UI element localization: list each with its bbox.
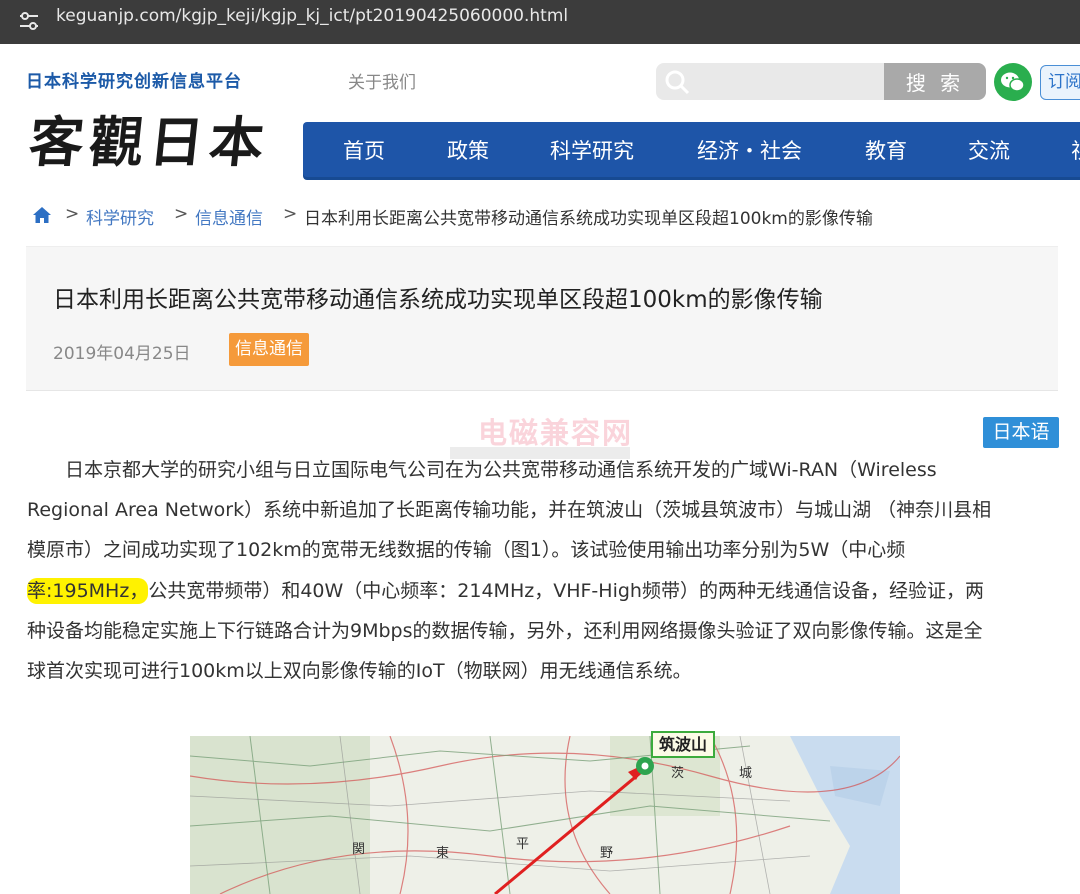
tune-icon[interactable] xyxy=(16,8,42,34)
highlighted-text: 率:195MHz， xyxy=(27,578,149,604)
category-badge[interactable]: 信息通信 xyxy=(229,333,309,366)
search-icon xyxy=(665,70,690,95)
nav-item-policy[interactable]: 政策 xyxy=(447,135,489,165)
map-place-mark: 関 xyxy=(352,842,365,857)
article-line: 率:195MHz，公共宽带频带）和40W（中心频率：214MHz，VHF-Hig… xyxy=(27,571,984,611)
nav-item-science[interactable]: 科学研究 xyxy=(550,135,634,165)
subscribe-button[interactable]: 订阅 xyxy=(1040,65,1080,100)
article-line: 日本京都大学的研究小组与日立国际电气公司在为公共宽带移动通信系统开发的广域Wi-… xyxy=(27,459,937,481)
article-header: 日本利用长距离公共宽带移动通信系统成功实现单区段超100km的影像传输 2019… xyxy=(26,246,1058,391)
japanese-version-button[interactable]: 日本语 xyxy=(983,417,1059,448)
nav-item-economy-society[interactable]: 经济・社会 xyxy=(697,135,802,165)
search-input[interactable] xyxy=(656,63,886,100)
article-title: 日本利用长距离公共宽带移动通信系统成功实现单区段超100km的影像传输 xyxy=(53,287,823,313)
breadcrumb-separator: > xyxy=(283,204,298,224)
breadcrumb-ict[interactable]: 信息通信 xyxy=(195,204,263,229)
browser-address-bar: keguanjp.com/kgjp_keji/kgjp_kj_ict/pt201… xyxy=(0,0,1080,44)
map-place-mark: 茨 xyxy=(671,766,684,781)
article-date: 2019年04月25日 xyxy=(53,344,191,364)
article-line-rest: 公共宽带频带）和40W（中心频率：214MHz，VHF-High频带）的两种无线… xyxy=(148,580,984,602)
map-figure: 茨 城 関 東 平 野 xyxy=(190,736,900,894)
address-url[interactable]: keguanjp.com/kgjp_keji/kgjp_kj_ict/pt201… xyxy=(56,5,568,27)
home-icon[interactable] xyxy=(32,206,52,224)
site-tagline: 日本科学研究创新信息平台 xyxy=(26,72,242,92)
site-logo[interactable]: 客觀日本 xyxy=(26,98,274,177)
article-line: 种设备均能稳定实施上下行链路合计为9Mbps的数据传输，另外，还利用网络摄像头验… xyxy=(27,620,983,642)
breadcrumb-separator: > xyxy=(65,204,80,224)
article-line: 球首次实现可进行100km以上双向影像传输的IoT（物联网）用无线通信系统。 xyxy=(27,660,692,682)
article-line: Regional Area Network）系统中新追加了长距离传输功能，并在筑… xyxy=(27,499,992,521)
map-place-mark: 城 xyxy=(739,766,752,781)
breadcrumb-science[interactable]: 科学研究 xyxy=(86,204,154,229)
about-us-link[interactable]: 关于我们 xyxy=(348,68,416,93)
wechat-icon[interactable] xyxy=(994,63,1032,101)
nav-item-video[interactable]: 视 xyxy=(1071,135,1080,165)
main-nav: 首页 政策 科学研究 经济・社会 教育 交流 视 xyxy=(303,122,1080,177)
nav-item-education[interactable]: 教育 xyxy=(865,135,907,165)
map-place-mark: 平 xyxy=(516,837,529,852)
article-line: 模原市）之间成功实现了102km的宽带无线数据的传输（图1）。该试验使用输出功率… xyxy=(27,539,906,561)
nav-item-exchange[interactable]: 交流 xyxy=(968,135,1010,165)
search-box: 搜 索 xyxy=(656,63,986,100)
map-place-mark: 東 xyxy=(436,845,449,861)
map-place-mark: 野 xyxy=(600,846,613,861)
breadcrumb-separator: > xyxy=(174,204,189,224)
map-label-tsukuba: 筑波山 xyxy=(651,731,716,758)
watermark: 电磁兼容网 xyxy=(478,416,634,450)
map-drawing: 茨 城 関 東 平 野 xyxy=(190,736,900,894)
search-button[interactable]: 搜 索 xyxy=(884,63,986,100)
breadcrumb-current: 日本利用长距离公共宽带移动通信系统成功实现单区段超100km的影像传输 xyxy=(304,209,873,229)
nav-item-home[interactable]: 首页 xyxy=(343,135,385,165)
